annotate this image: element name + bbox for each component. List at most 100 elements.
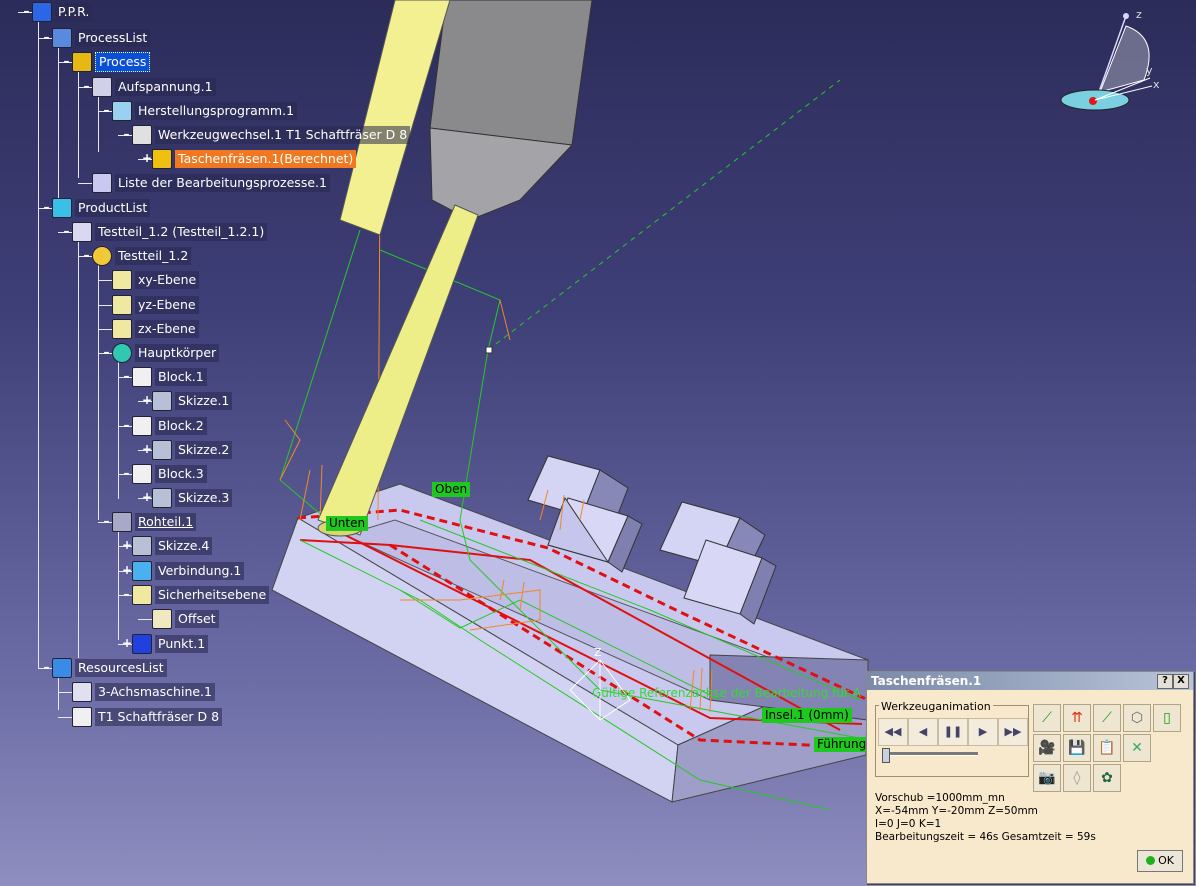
photo-mode-button[interactable]: 📷 <box>1033 764 1061 792</box>
animation-group: ◀◀ ◀ ❚❚ ▶ ▶▶ <box>875 705 1029 777</box>
tree-node[interactable]: Rohteil.1 <box>112 512 197 532</box>
compass-icon <box>1060 13 1153 111</box>
report-button[interactable]: 📋 <box>1093 734 1121 762</box>
tree-node[interactable]: Verbindung.1 <box>132 561 245 581</box>
tree-node-label: ProductList <box>75 199 151 217</box>
expand-toggle[interactable]: + <box>122 539 132 551</box>
ok-button[interactable]: OK <box>1137 850 1183 872</box>
step-back-button[interactable]: ◀ <box>908 718 938 746</box>
pad-icon <box>132 464 152 484</box>
tree-connector <box>118 528 119 640</box>
expand-toggle[interactable]: – <box>122 128 131 140</box>
label-oben[interactable]: Oben <box>432 482 471 497</box>
toolpath-icon: ⟋ <box>1042 710 1052 726</box>
process-icon <box>72 52 92 72</box>
tree-node[interactable]: ResourcesList <box>52 658 167 678</box>
tree-node[interactable]: Herstellungsprogramm.1 <box>112 101 298 121</box>
tree-node[interactable]: Block.2 <box>132 416 207 436</box>
compass-widget[interactable]: z y x <box>1060 8 1180 118</box>
tree-node-label: Testteil_1.2 <box>115 247 192 265</box>
expand-toggle[interactable]: – <box>22 5 31 17</box>
expand-toggle[interactable]: – <box>122 588 131 600</box>
animation-slider-track[interactable] <box>882 752 978 756</box>
toolpath-display-button[interactable]: ⟋ <box>1033 704 1061 732</box>
tree-connector <box>78 68 79 178</box>
tree-node[interactable]: Skizze.4 <box>132 536 213 556</box>
tree-node[interactable]: Block.1 <box>132 367 207 387</box>
process-list-icon <box>92 173 112 193</box>
tree-node[interactable]: Testteil_1.2 <box>92 246 192 266</box>
tree-node[interactable]: Skizze.3 <box>152 488 233 508</box>
tree-node[interactable]: Skizze.2 <box>152 440 233 460</box>
dialog-title-bar[interactable]: Taschenfräsen.1 ? X <box>867 672 1193 690</box>
specification-tree[interactable]: – P.P.R. – ProcessList – Process – Aufspannung.… <box>0 0 420 740</box>
expand-toggle[interactable]: – <box>82 249 91 261</box>
tree-node[interactable]: ProductList <box>52 198 151 218</box>
expand-toggle[interactable]: – <box>42 201 51 213</box>
expand-toggle[interactable]: – <box>102 515 111 527</box>
expand-toggle[interactable]: + <box>142 152 152 164</box>
plunge-display-button[interactable]: ⟋ <box>1093 704 1121 732</box>
tree-node-label: ResourcesList <box>75 659 167 677</box>
point-display-button[interactable]: ⇈ <box>1063 704 1091 732</box>
expand-toggle[interactable]: – <box>82 80 91 92</box>
expand-toggle[interactable]: – <box>102 346 111 358</box>
tree-node-label: Offset <box>175 610 219 628</box>
expand-toggle[interactable]: – <box>102 104 111 116</box>
part-icon <box>92 246 112 266</box>
tree-node[interactable]: Aufspannung.1 <box>92 77 216 97</box>
clash-button[interactable]: ◊ <box>1063 764 1091 792</box>
tree-node[interactable]: zx-Ebene <box>112 319 199 339</box>
tree-node[interactable]: Block.3 <box>132 464 207 484</box>
analysis-button[interactable]: ✕ <box>1123 734 1151 762</box>
tree-node[interactable]: 3-Achsmaschine.1 <box>72 682 215 702</box>
fast-forward-button[interactable]: ▶▶ <box>998 718 1028 746</box>
save-button[interactable]: 💾 <box>1063 734 1091 762</box>
expand-toggle[interactable]: – <box>62 225 71 237</box>
close-button[interactable]: X <box>1173 674 1189 689</box>
expand-toggle[interactable]: + <box>122 564 132 576</box>
tree-connector <box>58 692 72 693</box>
label-fuehrung[interactable]: Führung <box>814 737 870 752</box>
tree-node[interactable]: xy-Ebene <box>112 270 200 290</box>
tree-node[interactable]: Hauptkörper <box>112 343 220 363</box>
step-forward-button[interactable]: ▶ <box>968 718 998 746</box>
help-button[interactable]: ? <box>1157 674 1173 689</box>
tree-node[interactable]: Testteil_1.2 (Testteil_1.2.1) <box>72 222 268 242</box>
tree-node[interactable]: Offset <box>152 609 219 629</box>
tree-node[interactable]: Process <box>72 52 151 72</box>
tree-node[interactable]: T1 Schaftfräser D 8 <box>72 707 223 727</box>
tree-node[interactable]: Skizze.1 <box>152 391 233 411</box>
expand-toggle[interactable]: – <box>42 31 51 43</box>
expand-toggle[interactable]: + <box>142 491 152 503</box>
expand-toggle[interactable]: + <box>142 394 152 406</box>
rewind-button[interactable]: ◀◀ <box>878 718 908 746</box>
expand-toggle[interactable]: – <box>42 661 51 673</box>
expand-toggle[interactable]: – <box>122 467 131 479</box>
expand-toggle[interactable]: – <box>122 370 131 382</box>
tree-node[interactable]: P.P.R. <box>32 2 93 22</box>
pocketing-dialog: Taschenfräsen.1 ? X ◀◀ ◀ ❚❚ ▶ ▶▶ Werkzeu… <box>866 671 1194 884</box>
tool-display-button[interactable]: ⬡ <box>1123 704 1151 732</box>
tree-node[interactable]: ProcessList <box>52 28 151 48</box>
expand-toggle[interactable]: + <box>122 637 132 649</box>
material-removal-button[interactable]: ✿ <box>1093 764 1121 792</box>
expand-toggle[interactable]: + <box>142 443 152 455</box>
video-mode-button[interactable]: 🎥 <box>1033 734 1061 762</box>
tree-node[interactable]: Taschenfräsen.1(Berechnet) <box>152 149 357 169</box>
tree-connector <box>138 619 152 620</box>
tree-node[interactable]: Sicherheitsebene <box>132 585 270 605</box>
cutter-display-button[interactable]: ▯ <box>1153 704 1181 732</box>
tree-node[interactable]: Punkt.1 <box>132 634 209 654</box>
animation-slider-thumb[interactable] <box>882 748 890 763</box>
point-icon <box>132 634 152 654</box>
tree-node[interactable]: Werkzeugwechsel.1 T1 Schaftfräser D 8 <box>132 125 411 145</box>
tree-node[interactable]: yz-Ebene <box>112 295 199 315</box>
label-insel[interactable]: Insel.1 (0mm) <box>762 708 852 723</box>
pause-button[interactable]: ❚❚ <box>938 718 968 746</box>
expand-toggle[interactable]: – <box>122 419 131 431</box>
tree-node-label: ProcessList <box>75 29 151 47</box>
expand-toggle[interactable]: – <box>62 55 71 67</box>
tree-node[interactable]: Liste der Bearbeitungsprozesse.1 <box>92 173 330 193</box>
toolpath-green-icon: ⟋ <box>1102 710 1112 726</box>
